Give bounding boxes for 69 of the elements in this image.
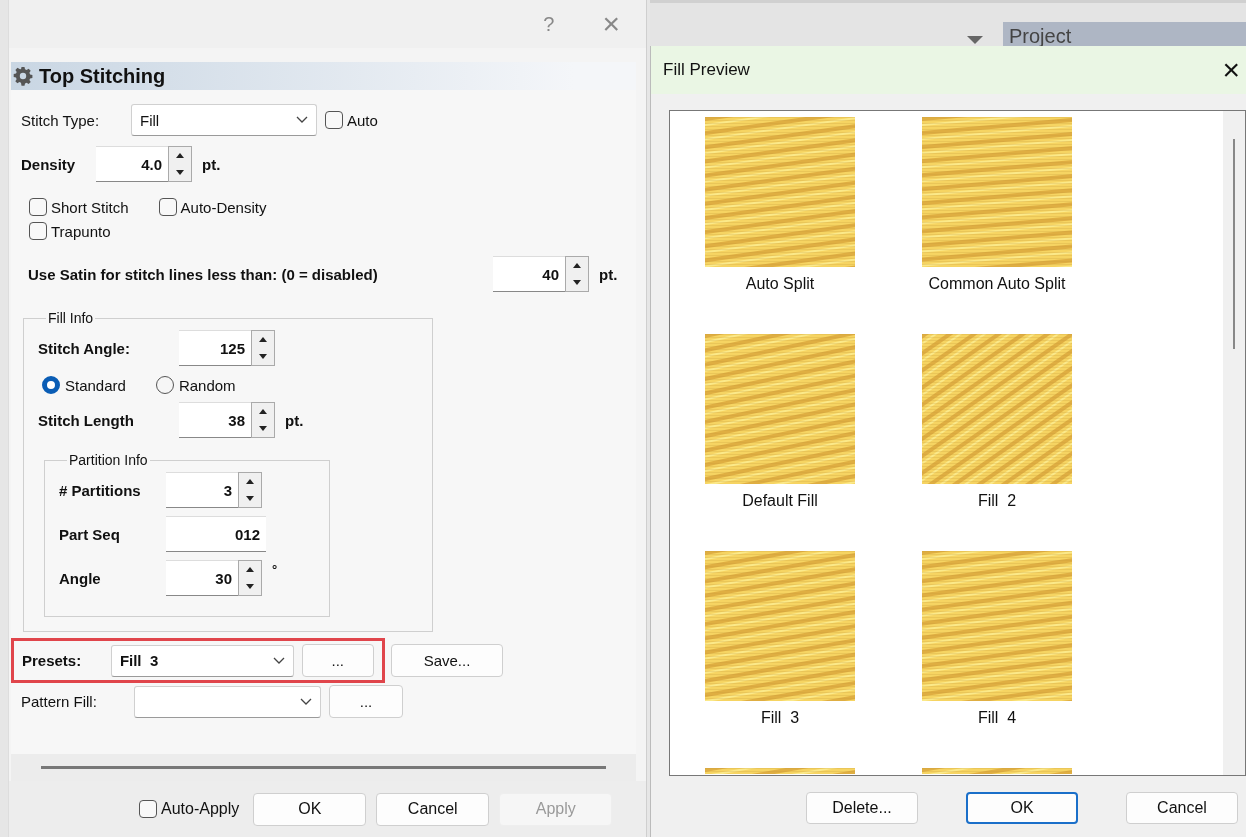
- preset-name: Common Auto Split: [928, 275, 1066, 293]
- dropdown-arrow-icon[interactable]: [967, 36, 983, 44]
- close-button[interactable]: ×: [1222, 53, 1240, 87]
- chevron-down-icon: [300, 697, 312, 706]
- field-label: Stitch Angle:: [38, 339, 131, 357]
- checkbox-label: Trapunto: [51, 222, 111, 240]
- field-label: Use Satin for stitch lines less than: (0 = disabled): [28, 265, 379, 283]
- field-label: Stitch Length: [38, 411, 135, 429]
- group-label: Fill Info: [47, 310, 95, 327]
- dialog-button[interactable]: OK: [966, 792, 1078, 824]
- field-label: Stitch Type:: [21, 111, 101, 129]
- radio-label: Random: [178, 376, 236, 394]
- number-field[interactable]: 38: [179, 402, 251, 439]
- group-label: Partition Info: [68, 452, 149, 469]
- unit-label: °: [272, 562, 278, 578]
- checkbox[interactable]: [325, 111, 343, 130]
- checkbox-label: Short Stitch: [51, 198, 129, 216]
- dialog-title: Fill Preview: [663, 60, 750, 80]
- checkbox[interactable]: [158, 198, 177, 217]
- field-label: Angle: [59, 569, 102, 587]
- preset-name: Fill 2: [977, 492, 1017, 510]
- field-label: # Partitions: [59, 481, 142, 499]
- field-label: Presets:: [22, 652, 83, 670]
- preset-name: Fill 3: [760, 709, 800, 727]
- fill-texture-thumbnail[interactable]: [922, 117, 1072, 267]
- panel-title: Top Stitching: [39, 64, 166, 88]
- preset-name: Auto Split: [745, 275, 815, 293]
- fill-texture-thumbnail[interactable]: [705, 551, 855, 701]
- preset-name: Fill 4: [977, 709, 1017, 727]
- checkbox[interactable]: [29, 222, 47, 241]
- number-field[interactable]: 3: [166, 472, 238, 509]
- browse-button[interactable]: ...: [301, 644, 374, 678]
- checkbox[interactable]: [29, 198, 47, 217]
- chevron-down-icon: [296, 116, 308, 125]
- field-label: Density: [21, 155, 77, 173]
- preset-name: Default Fill: [742, 492, 818, 510]
- scrollbar[interactable]: [1223, 111, 1245, 775]
- radio-label: Standard: [65, 376, 126, 394]
- field-label: Pattern Fill:: [21, 693, 98, 711]
- dialog-button[interactable]: OK: [253, 792, 367, 826]
- unit-label: pt.: [599, 265, 618, 283]
- dialog-button[interactable]: Delete...: [806, 792, 918, 824]
- checkbox-label: Auto-Apply: [161, 800, 240, 819]
- presets-dropdown[interactable]: Fill 3: [110, 644, 294, 677]
- radio-button[interactable]: [42, 376, 60, 395]
- text-field[interactable]: 012: [166, 516, 266, 553]
- gear-icon: [13, 66, 33, 87]
- number-field[interactable]: 40: [493, 256, 565, 293]
- save-button[interactable]: Save...: [391, 644, 503, 678]
- number-field[interactable]: 4.0: [96, 146, 168, 183]
- checkbox-label: Auto-Density: [180, 198, 267, 216]
- stitch-type-dropdown[interactable]: Fill: [131, 104, 317, 137]
- number-field[interactable]: 30: [166, 560, 238, 597]
- fill-texture-thumbnail[interactable]: [922, 334, 1072, 484]
- chevron-down-icon: [272, 656, 285, 665]
- fill-texture-thumbnail[interactable]: [922, 551, 1072, 701]
- dialog-button[interactable]: Cancel: [376, 792, 490, 826]
- checkbox[interactable]: [139, 800, 157, 819]
- unit-label: pt.: [202, 155, 221, 173]
- pattern-fill-dropdown[interactable]: [134, 685, 321, 718]
- dialog-button[interactable]: Cancel: [1126, 792, 1238, 824]
- fill-texture-thumbnail[interactable]: [705, 334, 855, 484]
- checkbox-label: Auto: [347, 111, 378, 129]
- field-label: Part Seq: [59, 525, 121, 543]
- browse-button[interactable]: ...: [329, 685, 403, 719]
- fill-texture-thumbnail[interactable]: [705, 117, 855, 267]
- number-field[interactable]: 125: [179, 330, 251, 367]
- radio-button[interactable]: [155, 376, 174, 395]
- unit-label: pt.: [285, 411, 304, 429]
